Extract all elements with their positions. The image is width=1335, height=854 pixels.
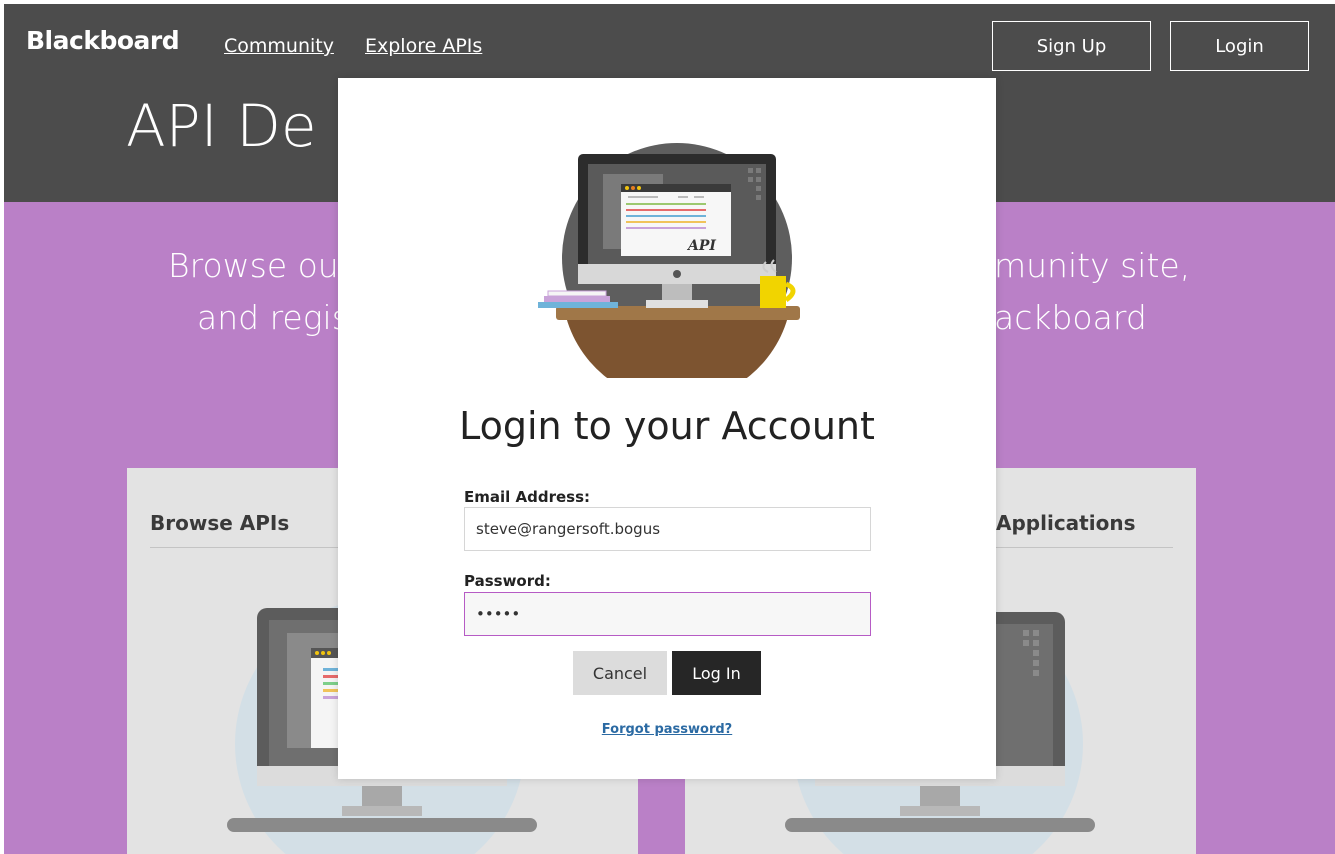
password-label: Password: bbox=[464, 572, 551, 590]
login-modal: API Login to your Account Email Address:… bbox=[338, 78, 996, 779]
api-computer-illustration: API bbox=[538, 143, 800, 378]
intro-text-line2-left: and regis bbox=[197, 298, 349, 337]
intro-text-line1-right: munity site, bbox=[994, 246, 1191, 285]
login-button[interactable]: Login bbox=[1170, 21, 1309, 71]
page: Blackboard Community Explore APIs Sign U… bbox=[4, 4, 1335, 854]
nav-community[interactable]: Community bbox=[224, 35, 334, 57]
brand-logo[interactable]: Blackboard bbox=[26, 26, 180, 55]
password-field[interactable] bbox=[464, 592, 871, 636]
intro-text-line2-right: ackboard bbox=[994, 298, 1147, 337]
sign-up-button[interactable]: Sign Up bbox=[992, 21, 1151, 71]
modal-title: Login to your Account bbox=[459, 404, 875, 448]
page-title: API De bbox=[126, 92, 317, 160]
nav-explore-apis[interactable]: Explore APIs bbox=[365, 35, 482, 57]
intro-text-line1-left: Browse our bbox=[168, 246, 353, 285]
email-label: Email Address: bbox=[464, 488, 591, 506]
log-in-button[interactable]: Log In bbox=[672, 651, 761, 695]
forgot-password-link[interactable]: Forgot password? bbox=[338, 722, 996, 737]
cancel-button[interactable]: Cancel bbox=[573, 651, 667, 695]
api-screen-label: API bbox=[686, 238, 716, 254]
email-field[interactable] bbox=[464, 507, 871, 551]
